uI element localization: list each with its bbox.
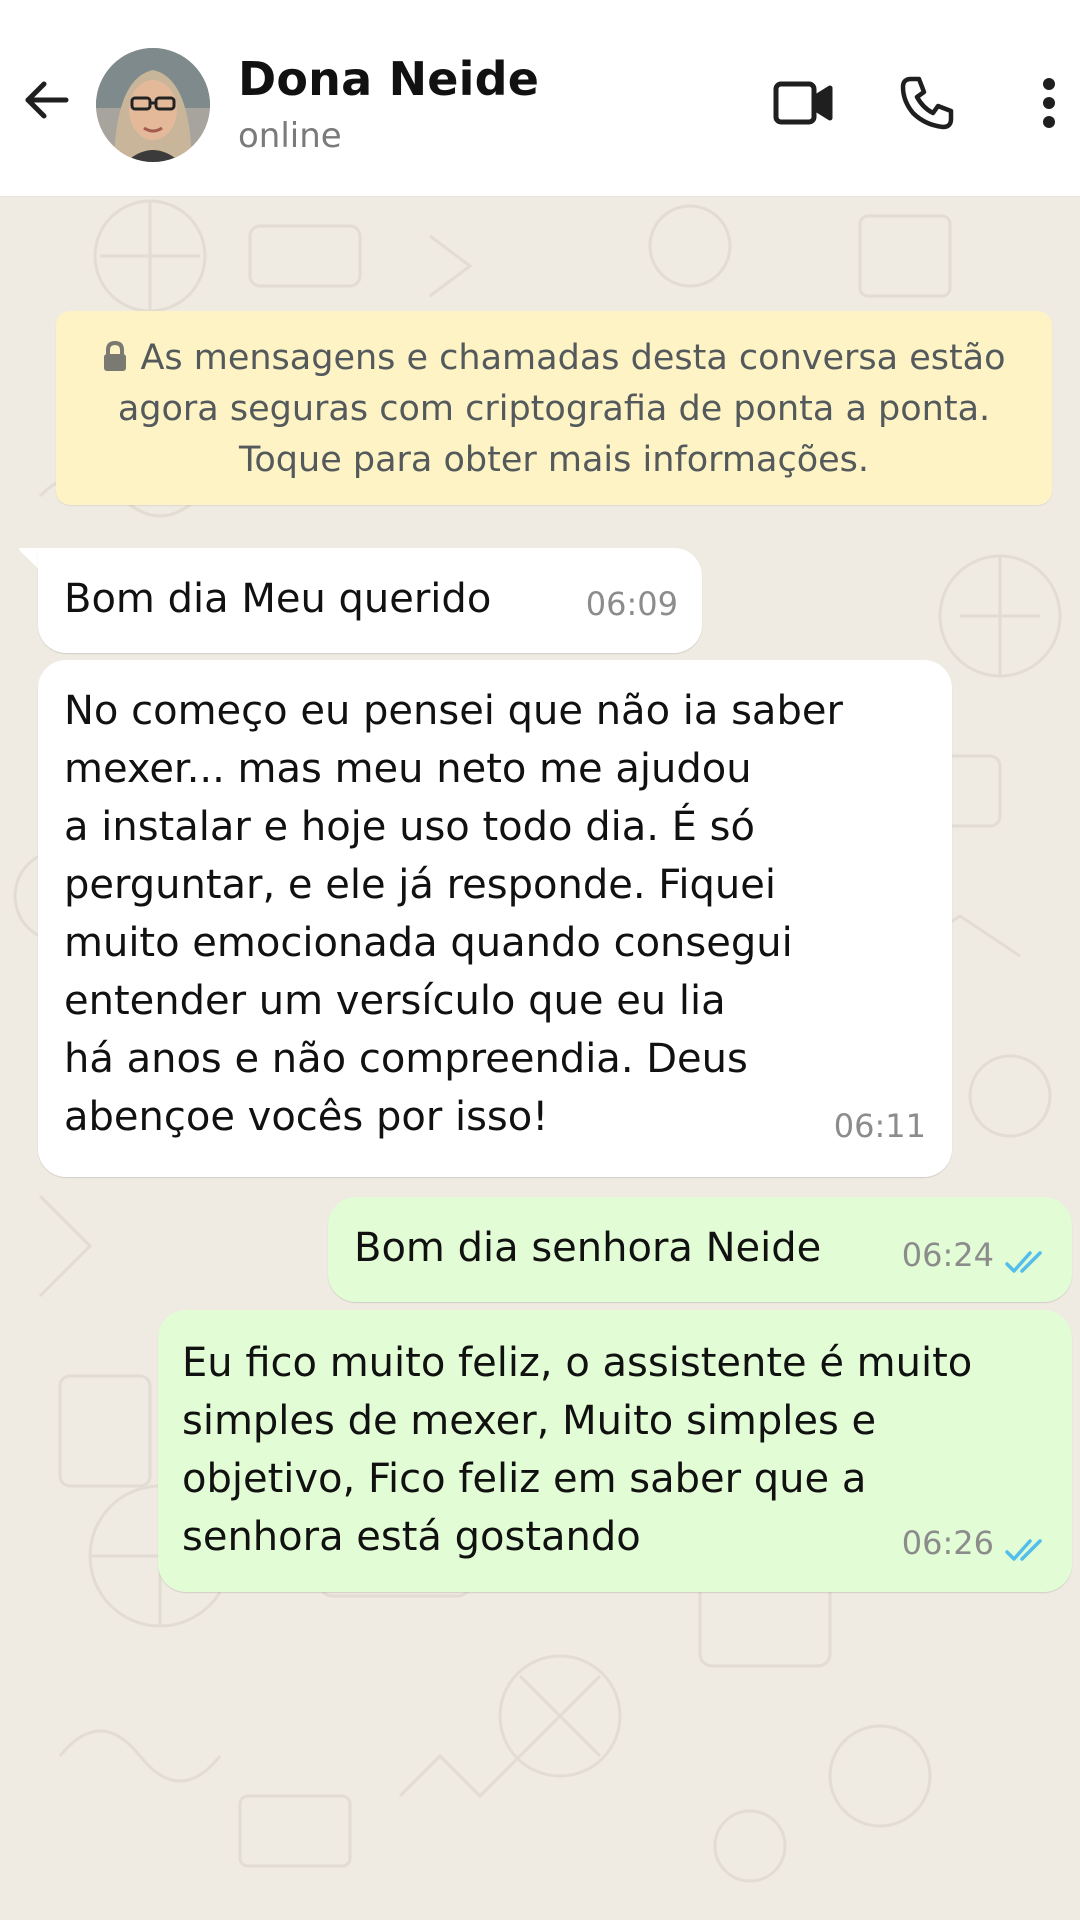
message-bubble-incoming[interactable]: Bom dia Meu querido 06:09 [38, 548, 702, 653]
more-vertical-icon [1039, 77, 1059, 133]
arrow-left-icon [20, 74, 72, 130]
back-button[interactable] [16, 72, 76, 132]
voice-call-button[interactable] [892, 70, 962, 140]
video-call-button[interactable] [768, 70, 838, 140]
message-bubble-outgoing[interactable]: Bom dia senhora Neide 06:24 [328, 1197, 1072, 1302]
avatar[interactable] [96, 48, 210, 162]
double-check-icon [1005, 1251, 1042, 1273]
double-check-icon [1005, 1539, 1042, 1561]
more-options-button[interactable] [1014, 70, 1080, 140]
message-text: No começo eu pensei que não ia saber mex… [64, 688, 843, 1140]
encryption-notice-text: As mensagens e chamadas desta conversa e… [117, 338, 1006, 480]
encryption-notice[interactable]: As mensagens e chamadas desta conversa e… [56, 311, 1052, 505]
contact-status: online [238, 116, 342, 156]
message-time: 06:11 [833, 1107, 926, 1145]
video-camera-icon [772, 78, 834, 132]
message-bubble-incoming[interactable]: No começo eu pensei que não ia saber mex… [38, 660, 952, 1177]
message-bubble-outgoing[interactable]: Eu fico muito feliz, o assistente é muit… [158, 1310, 1072, 1592]
chat-screen: Dona Neide online As mensagens e chamada… [0, 0, 1080, 1920]
chat-header: Dona Neide online [0, 0, 1080, 197]
message-time: 06:09 [585, 585, 678, 623]
contact-name[interactable]: Dona Neide [238, 52, 539, 106]
message-time: 06:26 [901, 1524, 994, 1562]
message-text: Bom dia Meu querido [64, 576, 492, 622]
message-time: 06:24 [901, 1236, 994, 1274]
phone-icon [899, 75, 955, 135]
lock-icon [102, 336, 128, 371]
